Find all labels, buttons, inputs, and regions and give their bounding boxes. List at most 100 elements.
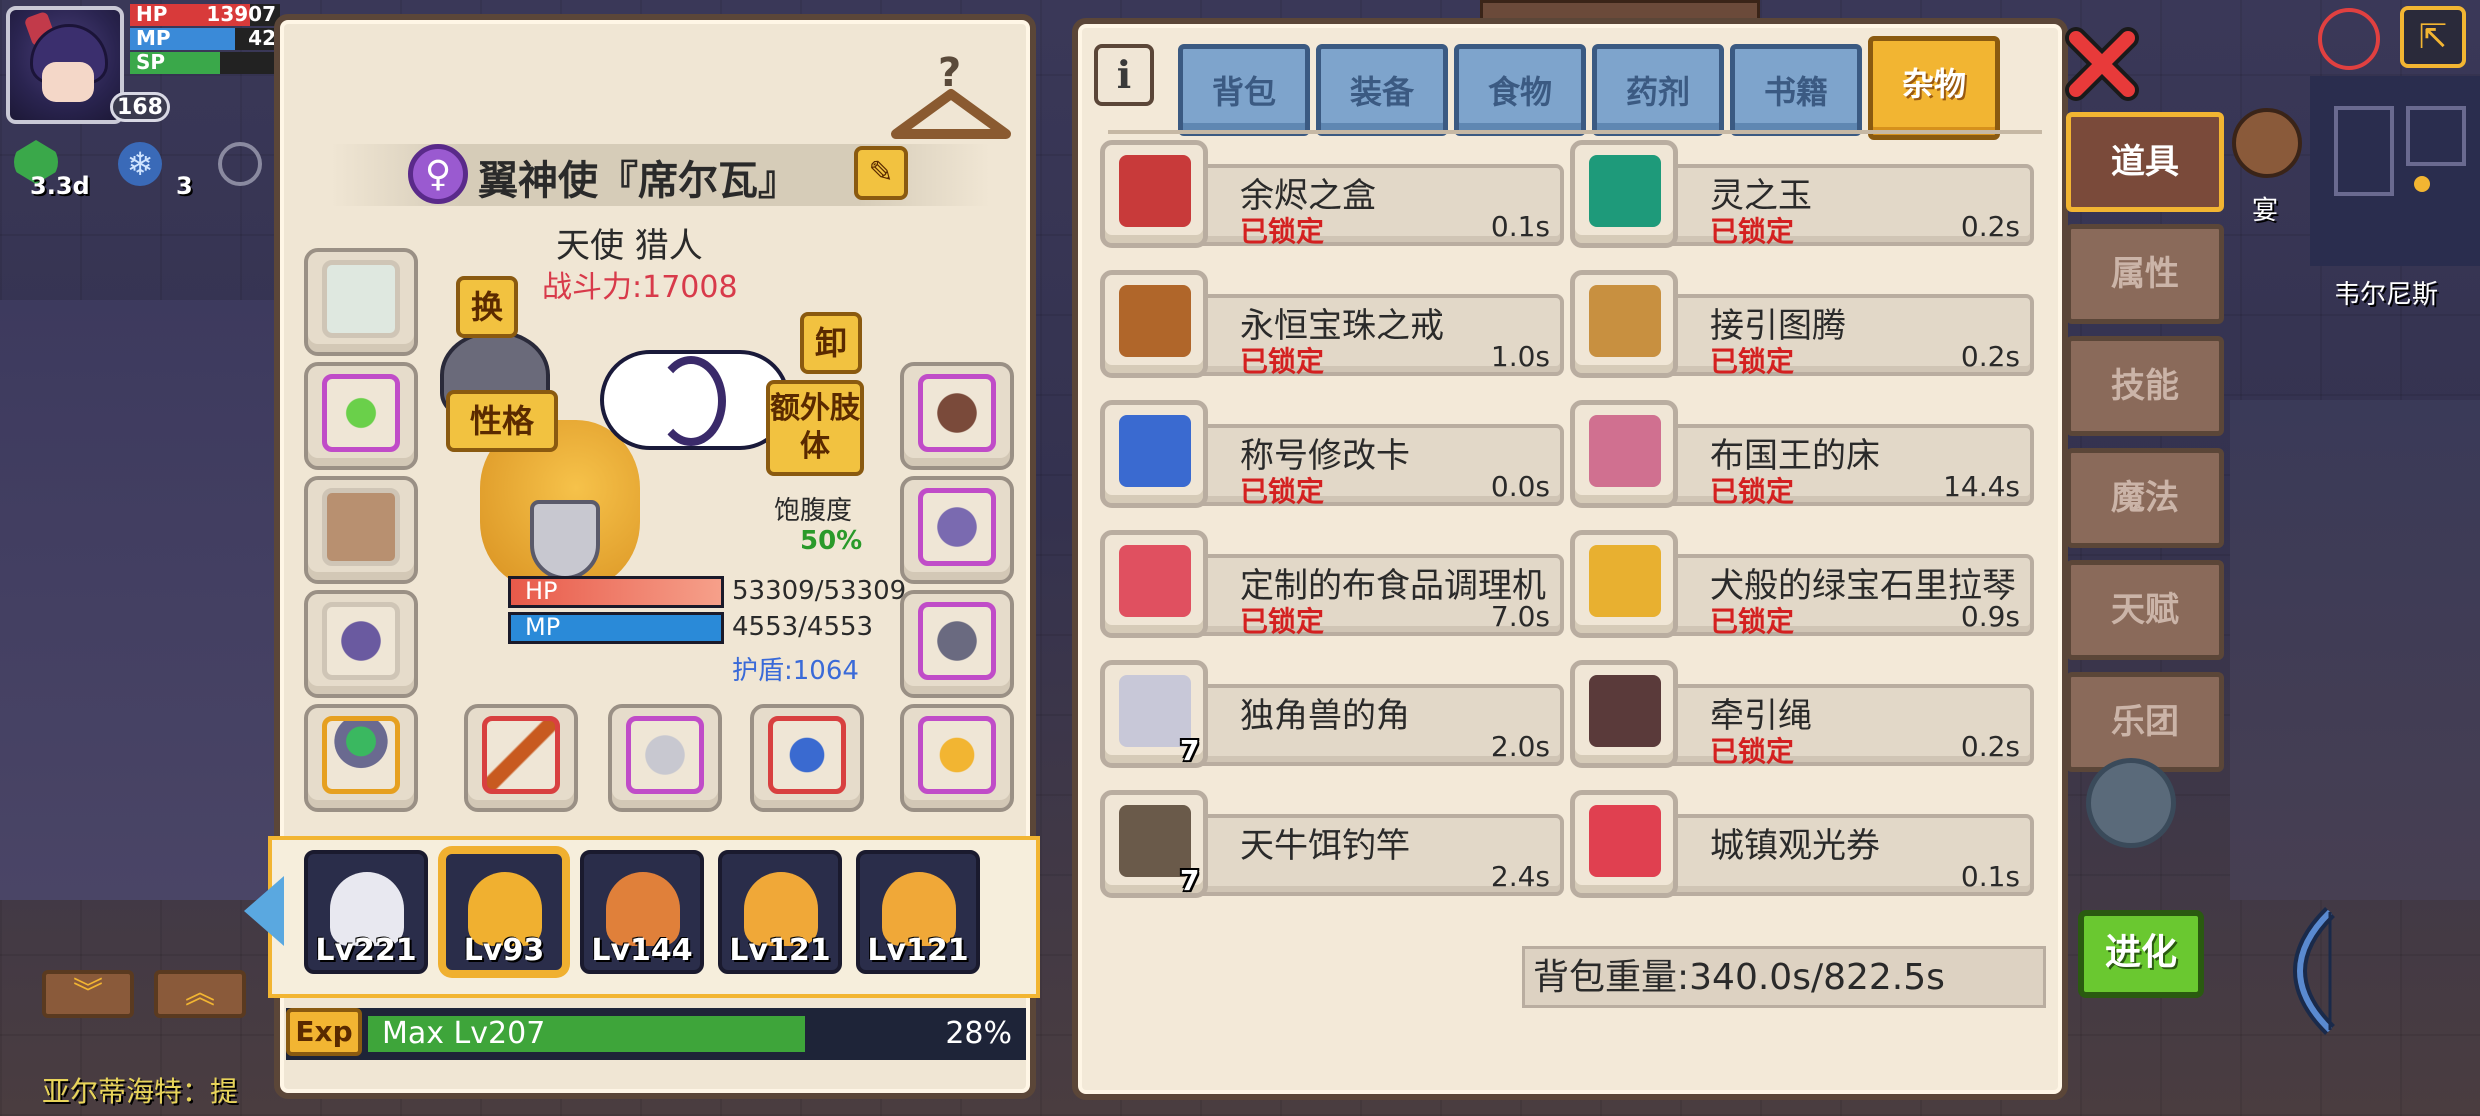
side-tab-3[interactable]: 技能 [2066, 336, 2224, 436]
bag-weight: 背包重量:340.0s/822.5s [1522, 946, 2046, 1008]
character-name: 翼神使『席尔瓦』 [478, 158, 798, 204]
item-icon [1100, 140, 1208, 248]
edit-name-pencil-icon[interactable]: ✎ [854, 146, 908, 200]
item-graphic [1119, 415, 1191, 487]
side-tab-6[interactable]: 乐团 [2066, 672, 2224, 772]
bow-weapon-icon[interactable] [2270, 906, 2360, 1036]
inventory-item[interactable]: 犬般的绿宝石里拉琴 已锁定 0.9s [1570, 530, 2034, 642]
hud-hp-label: HP [136, 2, 168, 26]
inventory-item[interactable]: 天牛饵钓竿 2.4s 7 [1100, 790, 1564, 902]
item-count: 7 [1180, 734, 1200, 767]
party-member-1[interactable]: Lv221 [304, 850, 428, 974]
buff-time: 3.3d [30, 172, 90, 200]
inventory-item[interactable]: 牵引绳 已锁定 0.2s [1570, 660, 2034, 772]
equip-slot-weapon-main[interactable] [464, 704, 578, 812]
map-building-icon[interactable] [2232, 108, 2302, 178]
side-tab-2[interactable]: 属性 [2066, 224, 2224, 324]
equip-slot-gem[interactable] [304, 362, 418, 470]
wardrobe-hanger-icon[interactable]: ? [886, 46, 1016, 156]
close-x-icon[interactable] [2062, 24, 2142, 104]
inventory-tab-4[interactable]: 药剂 [1592, 44, 1724, 136]
evolve-button[interactable]: 进化 [2078, 910, 2204, 998]
skill-wheel-icon[interactable] [2086, 758, 2176, 848]
equip-slot-accessory[interactable] [900, 704, 1014, 812]
inventory-tab-2[interactable]: 装备 [1316, 44, 1448, 136]
inventory-tab-6[interactable]: 杂物 [1868, 36, 2000, 140]
inventory-item[interactable]: 称号修改卡 已锁定 0.0s [1100, 400, 1564, 512]
inventory-item[interactable]: 城镇观光券 0.1s [1570, 790, 2034, 902]
inventory-item[interactable]: 接引图腾 已锁定 0.2s [1570, 270, 2034, 382]
equip-slot-shield[interactable] [608, 704, 722, 812]
scene-room-left [0, 300, 274, 900]
character-hp-value: 53309/53309 [732, 576, 907, 606]
character-class: 天使 猎人 [556, 226, 703, 266]
equip-slot-back[interactable] [304, 476, 418, 584]
exp-label: Exp [286, 1008, 362, 1056]
item-icon [1570, 270, 1678, 378]
inventory-item[interactable]: 余烬之盒 已锁定 0.1s [1100, 140, 1564, 252]
scroll-down-chevron-icon[interactable]: ︾ [42, 970, 134, 1018]
side-tab-1[interactable]: 道具 [2066, 112, 2224, 212]
hud-mp-bar: MP 42 [130, 26, 280, 50]
inventory-tab-1[interactable]: 背包 [1178, 44, 1310, 136]
exp-level-text: Max Lv207 [382, 1016, 546, 1051]
inventory-item[interactable]: 永恒宝珠之戒 已锁定 1.0s [1100, 270, 1564, 382]
player-avatar[interactable] [6, 6, 124, 124]
item-weight: 2.0s [1490, 730, 1550, 763]
party-member-level: Lv121 [729, 933, 831, 968]
inventory-tab-5[interactable]: 书籍 [1730, 44, 1862, 136]
item-icon [1100, 400, 1208, 508]
party-member-level: Lv144 [591, 933, 693, 968]
avatar-face [42, 62, 94, 102]
equip-slot-gloves[interactable] [900, 362, 1014, 470]
character-panel: ? ♀ 翼神使『席尔瓦』 ✎ 天使 猎人 战斗力:17008 换 性格 卸 额外… [244, 14, 1040, 1099]
party-member-3[interactable]: Lv144 [580, 850, 704, 974]
swap-button[interactable]: 换 [456, 276, 518, 338]
tab-divider [1108, 130, 2042, 134]
snowflake-icon[interactable]: ❄ [118, 142, 162, 186]
inventory-item[interactable]: 独角兽的角 2.0s 7 [1100, 660, 1564, 772]
item-locked-status: 已锁定 [1240, 345, 1325, 378]
hud-sp-bar: SP [130, 50, 280, 74]
exit-map-icon[interactable]: ⇱ [2400, 6, 2466, 68]
equip-slot-head[interactable] [304, 248, 418, 356]
inventory-tab-3[interactable]: 食物 [1454, 44, 1586, 136]
scroll-up-chevron-icon[interactable]: ︽ [154, 970, 246, 1018]
inventory-item[interactable]: 灵之玉 已锁定 0.2s [1570, 140, 2034, 252]
side-tab-5[interactable]: 天赋 [2066, 560, 2224, 660]
unequip-button[interactable]: 卸 [800, 312, 862, 374]
hud-hp-value: 13907 [206, 2, 276, 26]
item-graphic [1119, 545, 1191, 617]
minimap[interactable] [2310, 76, 2480, 266]
equip-slot-belt[interactable] [900, 476, 1014, 584]
party-member-2[interactable]: Lv93 [442, 850, 566, 974]
item-locked-status: 已锁定 [1710, 345, 1795, 378]
party-member-5[interactable]: Lv121 [856, 850, 980, 974]
item-graphic [1589, 285, 1661, 357]
scene-room-right [2230, 400, 2480, 900]
network-globe-icon[interactable] [2318, 8, 2380, 70]
personality-button[interactable]: 性格 [446, 390, 558, 452]
item-locked-status: 已锁定 [1240, 475, 1325, 508]
inventory-item[interactable]: 布国王的床 已锁定 14.4s [1570, 400, 2034, 512]
extra-limbs-button[interactable]: 额外肢体 [766, 380, 864, 476]
equip-slot-boots[interactable] [900, 590, 1014, 698]
hud-mp-label: MP [136, 26, 171, 50]
svg-text:?: ? [938, 50, 961, 96]
map-label-small: 宴 [2252, 196, 2279, 226]
equip-slot-bow[interactable] [750, 704, 864, 812]
hud-hp-bar: HP 13907 [130, 2, 280, 26]
item-graphic [1589, 155, 1661, 227]
info-icon[interactable]: ℹ [1094, 44, 1154, 106]
equip-slot-amulet[interactable] [304, 590, 418, 698]
side-tab-4[interactable]: 魔法 [2066, 448, 2224, 548]
party-member-4[interactable]: Lv121 [718, 850, 842, 974]
item-icon [1570, 660, 1678, 768]
item-icon [1570, 400, 1678, 508]
satiety-label: 饱腹度 [774, 496, 853, 526]
buff-count: 3 [176, 172, 193, 200]
equip-slot-ring[interactable] [304, 704, 418, 812]
chat-line[interactable]: 亚尔蒂海特：提 [42, 1070, 238, 1110]
settings-gear-icon[interactable] [218, 142, 262, 186]
inventory-item[interactable]: 定制的布食品调理机 已锁定 7.0s [1100, 530, 1564, 642]
